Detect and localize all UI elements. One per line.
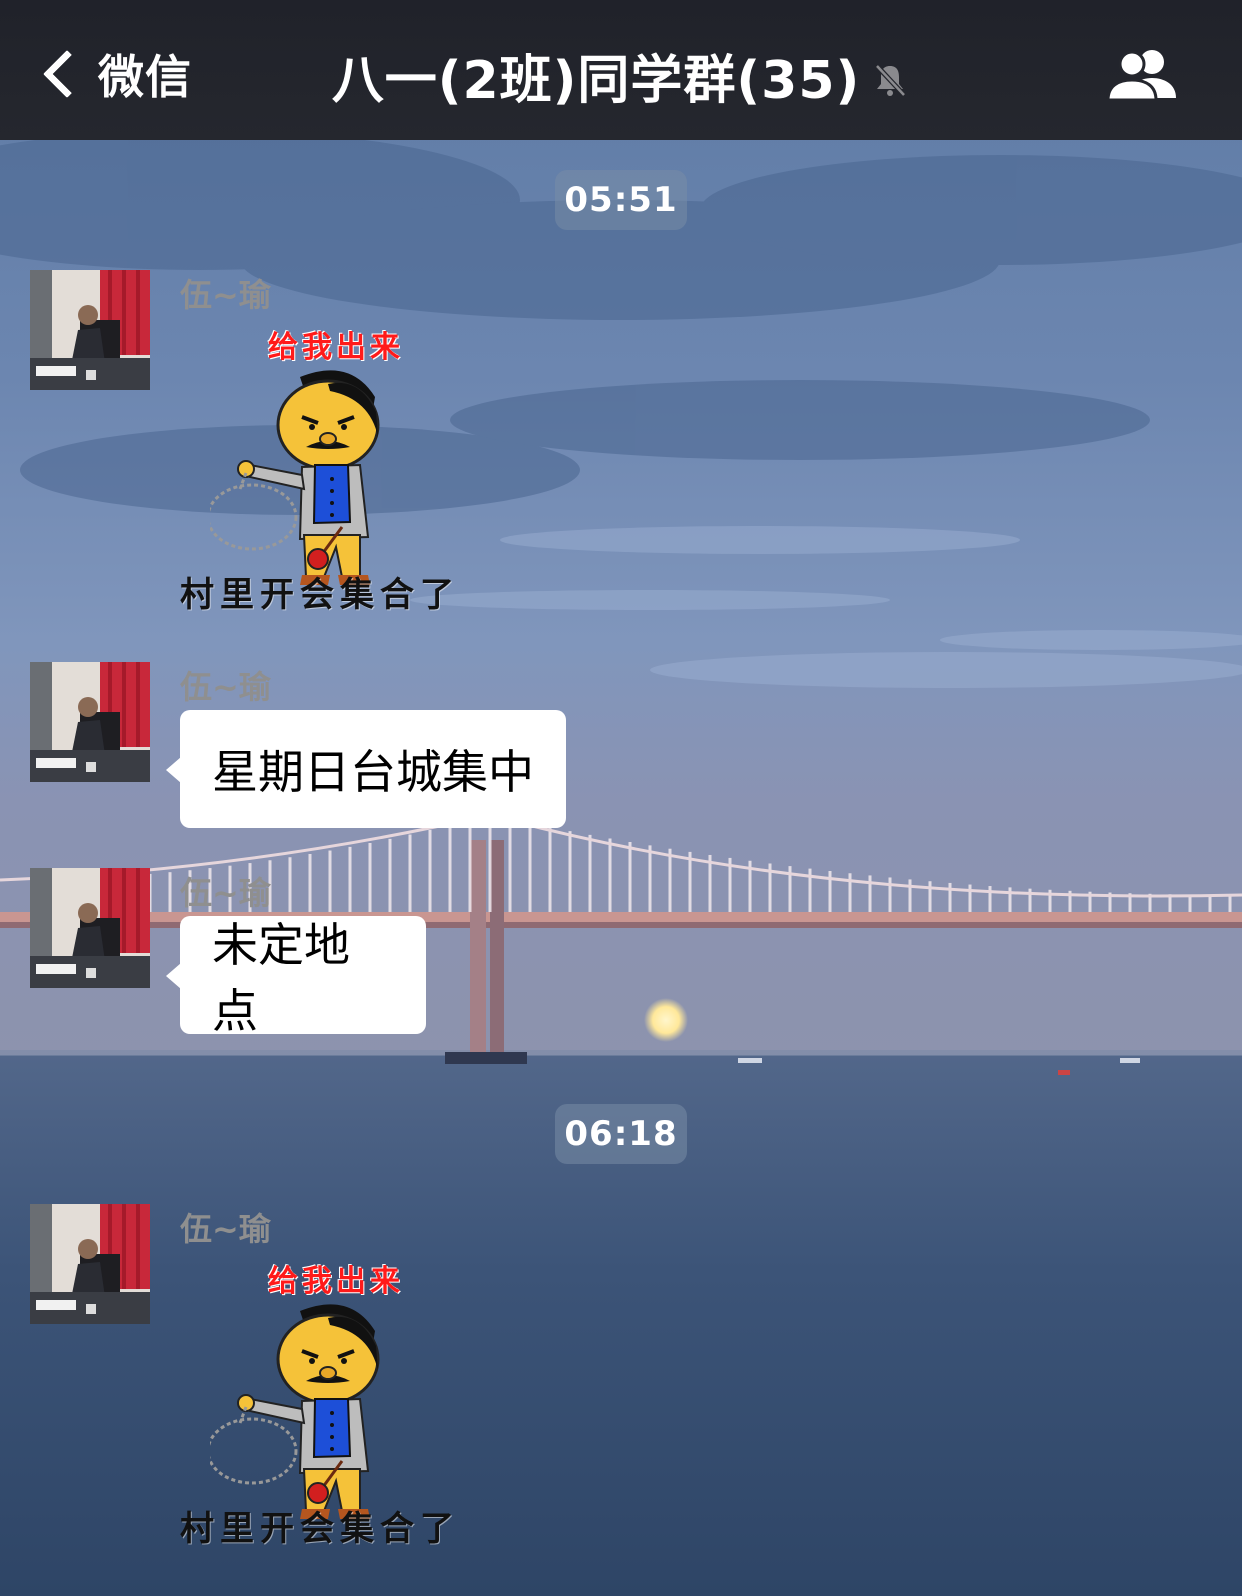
sticker-caption-bottom: 村里开会集合了: [180, 1509, 460, 1549]
message-text: 星期日台城集中: [212, 745, 534, 799]
sender-avatar[interactable]: [30, 1204, 150, 1324]
cartoon-figure-sticker-image: [210, 370, 380, 585]
message-timestamp: 06:18: [555, 1104, 687, 1164]
sender-avatar[interactable]: [30, 270, 150, 390]
sender-name: 伍~瑜: [180, 1210, 271, 1248]
title-container: 八一(2班)同学群(35): [0, 40, 1242, 111]
cartoon-figure-sticker-image: [210, 1304, 380, 1519]
message-timestamp: 05:51: [555, 170, 687, 230]
bell-slash-icon: [875, 64, 907, 97]
text-message-bubble[interactable]: 未定地点: [166, 916, 426, 1038]
sender-avatar[interactable]: [30, 662, 150, 782]
message-text: 未定地点: [212, 918, 350, 1038]
sticker-caption-bottom: 村里开会集合了: [180, 575, 460, 615]
group-members-icon[interactable]: [1104, 46, 1180, 106]
sticker-message[interactable]: 给我出来 村里开会集合了: [180, 322, 480, 622]
sender-name: 伍~瑜: [180, 874, 271, 912]
chat-title: 八一(2班)同学群(35): [331, 50, 861, 111]
sender-name: 伍~瑜: [180, 276, 271, 314]
sender-name: 伍~瑜: [180, 668, 271, 706]
navigation-bar: 微信 八一(2班)同学群(35): [0, 0, 1242, 140]
sender-avatar[interactable]: [30, 868, 150, 988]
sticker-message[interactable]: 给我出来 村里开会集合了: [180, 1256, 480, 1556]
text-message-bubble[interactable]: 星期日台城集中: [166, 710, 566, 828]
